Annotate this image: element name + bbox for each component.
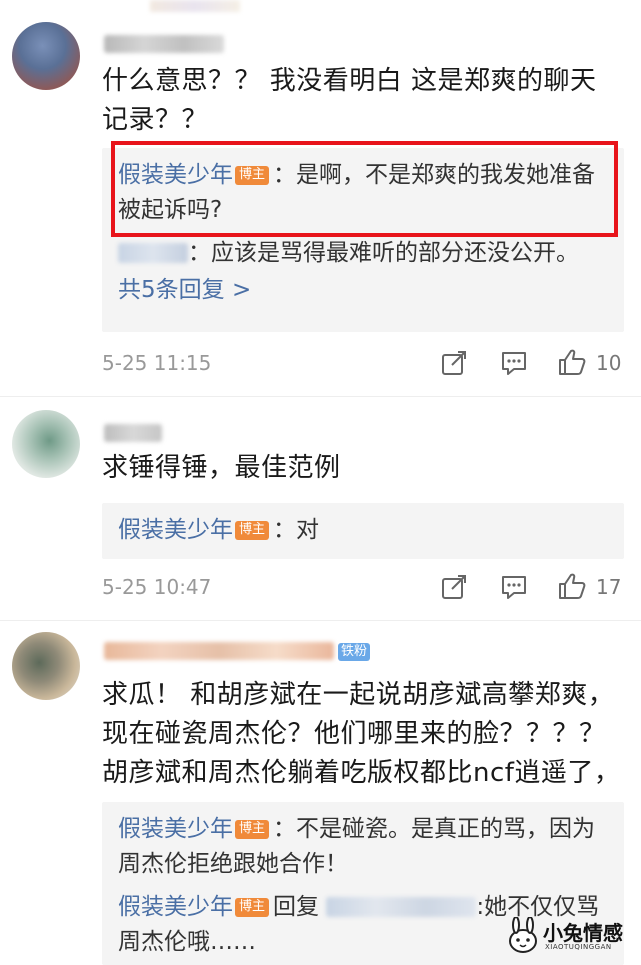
- reply-list: 假装美少年 博主 ：对: [102, 503, 624, 559]
- reply-author[interactable]: 假装美少年: [118, 894, 233, 920]
- author-badge: 博主: [235, 898, 270, 917]
- timestamp: 5-25 11:15: [102, 351, 212, 375]
- avatar[interactable]: [12, 632, 80, 700]
- reply-item[interactable]: 假装美少年 博主 ：不是碰瓷。是真正的骂，因为周杰伦拒绝跟她合作！: [102, 802, 624, 882]
- avatar[interactable]: [12, 410, 80, 478]
- watermark-title: 小兔情感: [543, 921, 623, 945]
- comment-item: 铁粉 求瓜！ 和胡彦斌在一起说胡彦斌高攀郑爽，现在碰瓷周杰伦？他们哪里来的脸？？…: [0, 620, 641, 965]
- comment-text: 求锤得锤，最佳范例: [102, 453, 341, 483]
- comment-text: 求瓜！ 和胡彦斌在一起说胡彦斌高攀郑爽，现在碰瓷周杰伦？他们哪里来的脸？？？？胡…: [102, 680, 621, 788]
- comment-icon[interactable]: [500, 350, 528, 376]
- share-icon[interactable]: [441, 574, 469, 600]
- comment-item: 求锤得锤，最佳范例 假装美少年 博主 ：对 5-25 10:47 17: [0, 396, 641, 626]
- fan-badge: 铁粉: [338, 643, 371, 661]
- more-replies-link[interactable]: 共5条回复 >: [118, 277, 251, 303]
- username-blurred[interactable]: [104, 35, 224, 53]
- reply-text: ：应该是骂得最难听的部分还没公开。: [188, 240, 579, 266]
- reply-author[interactable]: 假装美少年: [118, 816, 233, 842]
- like-icon[interactable]: [557, 572, 587, 600]
- watermark-subtitle: XIAOTUQINGGAN: [545, 943, 612, 951]
- comment-meta: 5-25 10:47 17: [0, 572, 641, 602]
- reply-author[interactable]: 假装美少年: [118, 517, 233, 543]
- comment-meta: 5-25 11:15 10: [0, 348, 641, 378]
- reply-item[interactable]: ：应该是骂得最难听的部分还没公开。: [102, 236, 624, 271]
- watermark-logo: 小兔情感 XIAOTUQINGGAN: [501, 915, 631, 957]
- author-badge: 博主: [235, 521, 270, 540]
- reply-word: 回复: [273, 894, 320, 920]
- more-replies-row: 共5条回复 >: [102, 273, 624, 308]
- like-icon[interactable]: [557, 348, 587, 376]
- username-blurred[interactable]: [104, 642, 334, 660]
- reply-item[interactable]: 假装美少年 博主 ：对: [102, 503, 624, 548]
- reply-text: ：对: [273, 517, 320, 543]
- timestamp: 5-25 10:47: [102, 575, 212, 599]
- like-count: 10: [596, 351, 622, 375]
- comment-item: 什么意思？？ 我没看明白 这是郑爽的聊天记录？？ 假装美少年 博主 ：是啊，不是郑爽…: [0, 0, 641, 400]
- reply-target-blurred[interactable]: [326, 897, 477, 917]
- author-badge: 博主: [235, 820, 270, 839]
- highlight-box: [111, 141, 618, 237]
- comment-text: 什么意思？？ 我没看明白 这是郑爽的聊天记录？？: [102, 66, 597, 135]
- avatar[interactable]: [12, 22, 80, 90]
- like-count: 17: [596, 575, 622, 599]
- share-icon[interactable]: [441, 350, 469, 376]
- reply-author-blurred[interactable]: [118, 243, 188, 263]
- username-blurred[interactable]: [104, 424, 162, 442]
- comment-icon[interactable]: [500, 574, 528, 600]
- rabbit-logo-icon: [509, 917, 537, 953]
